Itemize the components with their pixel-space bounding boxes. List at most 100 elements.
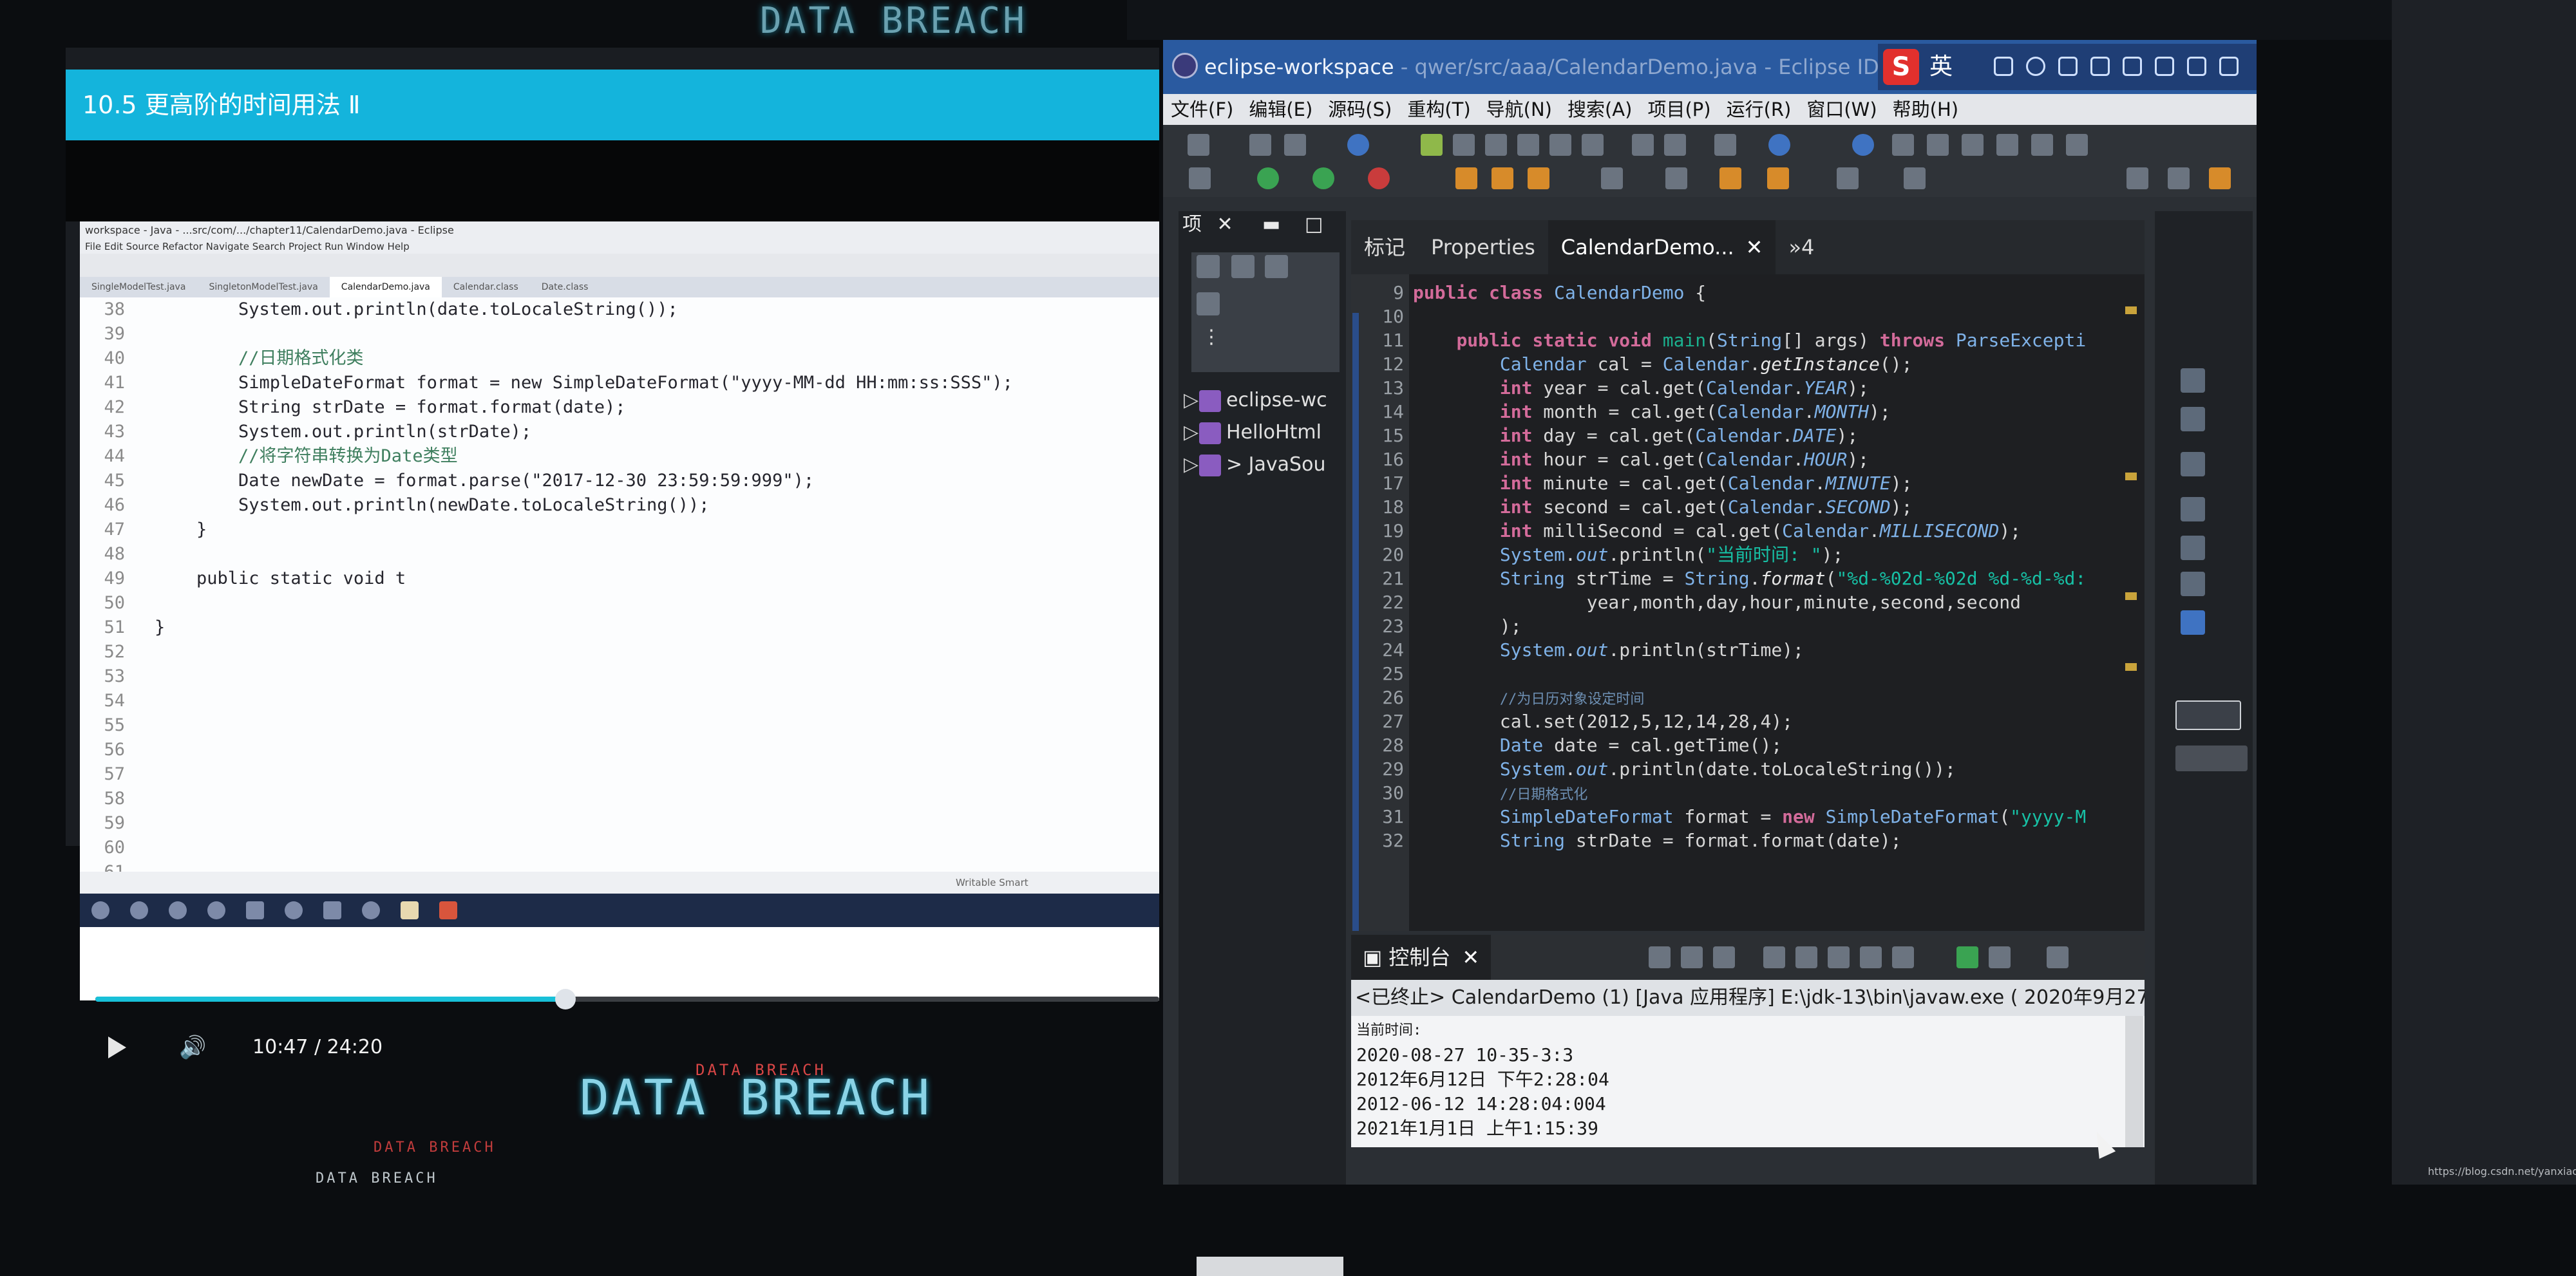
- menu-item[interactable]: 搜索(A): [1560, 94, 1640, 125]
- toolbox-icon[interactable]: [2187, 57, 2206, 76]
- menu-item[interactable]: 帮助(H): [1885, 94, 1966, 125]
- skin-icon[interactable]: [2155, 57, 2174, 76]
- menu-item[interactable]: 项目(P): [1640, 94, 1718, 125]
- tool-icon[interactable]: [1892, 134, 1914, 156]
- tool-icon[interactable]: [1927, 134, 1949, 156]
- close-icon[interactable]: ✕: [1462, 945, 1479, 970]
- minimized-stack[interactable]: [2175, 746, 2248, 771]
- view-icon[interactable]: [2181, 572, 2205, 596]
- next-annotation-icon[interactable]: [1664, 134, 1686, 156]
- expand-arrow-icon[interactable]: ▷: [1184, 449, 1199, 480]
- overview-marker[interactable]: [2125, 592, 2137, 600]
- ime-language-mode[interactable]: 英: [1929, 49, 1953, 85]
- minimized-stack[interactable]: [2175, 700, 2241, 730]
- minimize-icon[interactable]: ▬: [1262, 211, 1280, 238]
- editor-tab[interactable]: CalendarDemo... ✕: [1548, 220, 1776, 274]
- search-icon[interactable]: [1347, 134, 1369, 156]
- view-menu-icon[interactable]: [1197, 292, 1220, 315]
- word-wrap-icon[interactable]: [1828, 946, 1850, 968]
- show-on-error-icon[interactable]: [1892, 946, 1914, 968]
- user-icon[interactable]: [2123, 57, 2142, 76]
- save-icon[interactable]: [1249, 134, 1271, 156]
- perspective-debug-icon[interactable]: [2209, 167, 2231, 189]
- outline-icon[interactable]: [2181, 368, 2205, 393]
- video-player[interactable]: 10.5 更高阶的时间用法 Ⅱ workspace - Java - ...sr…: [66, 48, 1159, 1060]
- remove-all-icon[interactable]: [1713, 946, 1735, 968]
- link-editor-icon[interactable]: [1231, 255, 1255, 278]
- horizontal-scrollbar[interactable]: [1197, 1257, 1343, 1276]
- display-console-icon[interactable]: [1989, 946, 2011, 968]
- tool-icon[interactable]: [1996, 134, 2018, 156]
- open-console-icon[interactable]: [2047, 946, 2069, 968]
- tree-item[interactable]: ▷ > JavaSou: [1184, 449, 1325, 480]
- keyboard-icon[interactable]: [2090, 57, 2110, 76]
- step-into-icon[interactable]: [1517, 134, 1539, 156]
- task-list-icon[interactable]: [2181, 452, 2205, 476]
- expand-arrow-icon[interactable]: ▷: [1184, 417, 1199, 448]
- punctuation-icon[interactable]: [1994, 57, 2013, 76]
- editor-tab[interactable]: »4: [1776, 220, 1827, 274]
- overview-marker[interactable]: [2125, 306, 2137, 314]
- perspective-icon[interactable]: [2126, 167, 2148, 189]
- menu-item[interactable]: 窗口(W): [1799, 94, 1884, 125]
- grid-menu-icon[interactable]: [2219, 57, 2239, 76]
- debug-icon[interactable]: [1312, 167, 1334, 189]
- code-area[interactable]: 9 public class CalendarDemo {10 11 public …: [1351, 274, 2145, 931]
- build-icon[interactable]: [1714, 134, 1736, 156]
- overview-marker[interactable]: [2125, 473, 2137, 480]
- new-class-icon[interactable]: [1768, 134, 1790, 156]
- expand-arrow-icon[interactable]: ▷: [1184, 385, 1199, 416]
- vertical-scrollbar[interactable]: [2125, 1016, 2143, 1147]
- next-edit-icon[interactable]: [1665, 167, 1687, 189]
- overview-marker[interactable]: [2125, 663, 2137, 671]
- save-all-icon[interactable]: [1284, 134, 1306, 156]
- menu-item[interactable]: 运行(R): [1719, 94, 1799, 125]
- menu-item[interactable]: 文件(F): [1163, 94, 1241, 125]
- view-icon[interactable]: [2181, 610, 2205, 635]
- remove-launch-icon[interactable]: [1681, 946, 1703, 968]
- volume-icon[interactable]: 🔊: [179, 1035, 210, 1060]
- filter-icon[interactable]: [1265, 255, 1288, 278]
- tree-item[interactable]: ▷ eclipse-wc: [1184, 385, 1327, 416]
- terminate-icon[interactable]: [1485, 134, 1507, 156]
- microphone-icon[interactable]: [2058, 57, 2078, 76]
- view-icon[interactable]: [2181, 497, 2205, 521]
- emoji-icon[interactable]: [2026, 57, 2045, 76]
- pin-editor-icon[interactable]: [1904, 167, 1926, 189]
- search-tool-icon[interactable]: [1528, 167, 1549, 189]
- menu-item[interactable]: 源码(S): [1320, 94, 1399, 125]
- tool-icon[interactable]: [2066, 134, 2088, 156]
- view-icon[interactable]: [2181, 536, 2205, 560]
- forward-icon[interactable]: [1767, 167, 1789, 189]
- tool-icon[interactable]: [1962, 134, 1984, 156]
- resume-icon[interactable]: [1421, 134, 1443, 156]
- sogou-ime-icon[interactable]: S: [1883, 49, 1919, 85]
- back-icon[interactable]: [1719, 167, 1741, 189]
- close-icon[interactable]: ✕: [1217, 213, 1233, 236]
- run-icon[interactable]: [1257, 167, 1279, 189]
- prev-edit-icon[interactable]: [1601, 167, 1623, 189]
- suspend-icon[interactable]: [1453, 134, 1475, 156]
- menu-item[interactable]: 编辑(E): [1241, 94, 1320, 125]
- web-browser-icon[interactable]: [1852, 134, 1874, 156]
- step-return-icon[interactable]: [1582, 134, 1604, 156]
- close-icon[interactable]: ✕: [1746, 235, 1763, 259]
- show-on-output-icon[interactable]: [1860, 946, 1882, 968]
- video-progress-knob[interactable]: [555, 989, 576, 1009]
- open-perspective-icon[interactable]: [1189, 167, 1211, 189]
- external-tools-icon[interactable]: [1368, 167, 1390, 189]
- menu-item[interactable]: 导航(N): [1479, 94, 1560, 125]
- tool-icon[interactable]: [2031, 134, 2053, 156]
- forward-arrow-icon[interactable]: [1837, 167, 1859, 189]
- perspective-java-icon[interactable]: [2168, 167, 2190, 189]
- console-tab[interactable]: ▣ 控制台 ✕: [1351, 935, 1492, 980]
- open-type-icon[interactable]: [1455, 167, 1477, 189]
- new-icon[interactable]: [1188, 134, 1209, 156]
- collapse-all-icon[interactable]: [1197, 255, 1220, 278]
- console-output[interactable]: 当前时间: 2020-08-27 10-35-3:3 2012年6月12日 下午2:…: [1351, 1016, 2145, 1147]
- open-task-icon[interactable]: [1492, 167, 1513, 189]
- hierarchy-icon[interactable]: [2181, 407, 2205, 431]
- terminate-console-icon[interactable]: [1649, 946, 1671, 968]
- toggle-mark-icon[interactable]: [1632, 134, 1654, 156]
- maximize-icon[interactable]: □: [1305, 211, 1323, 238]
